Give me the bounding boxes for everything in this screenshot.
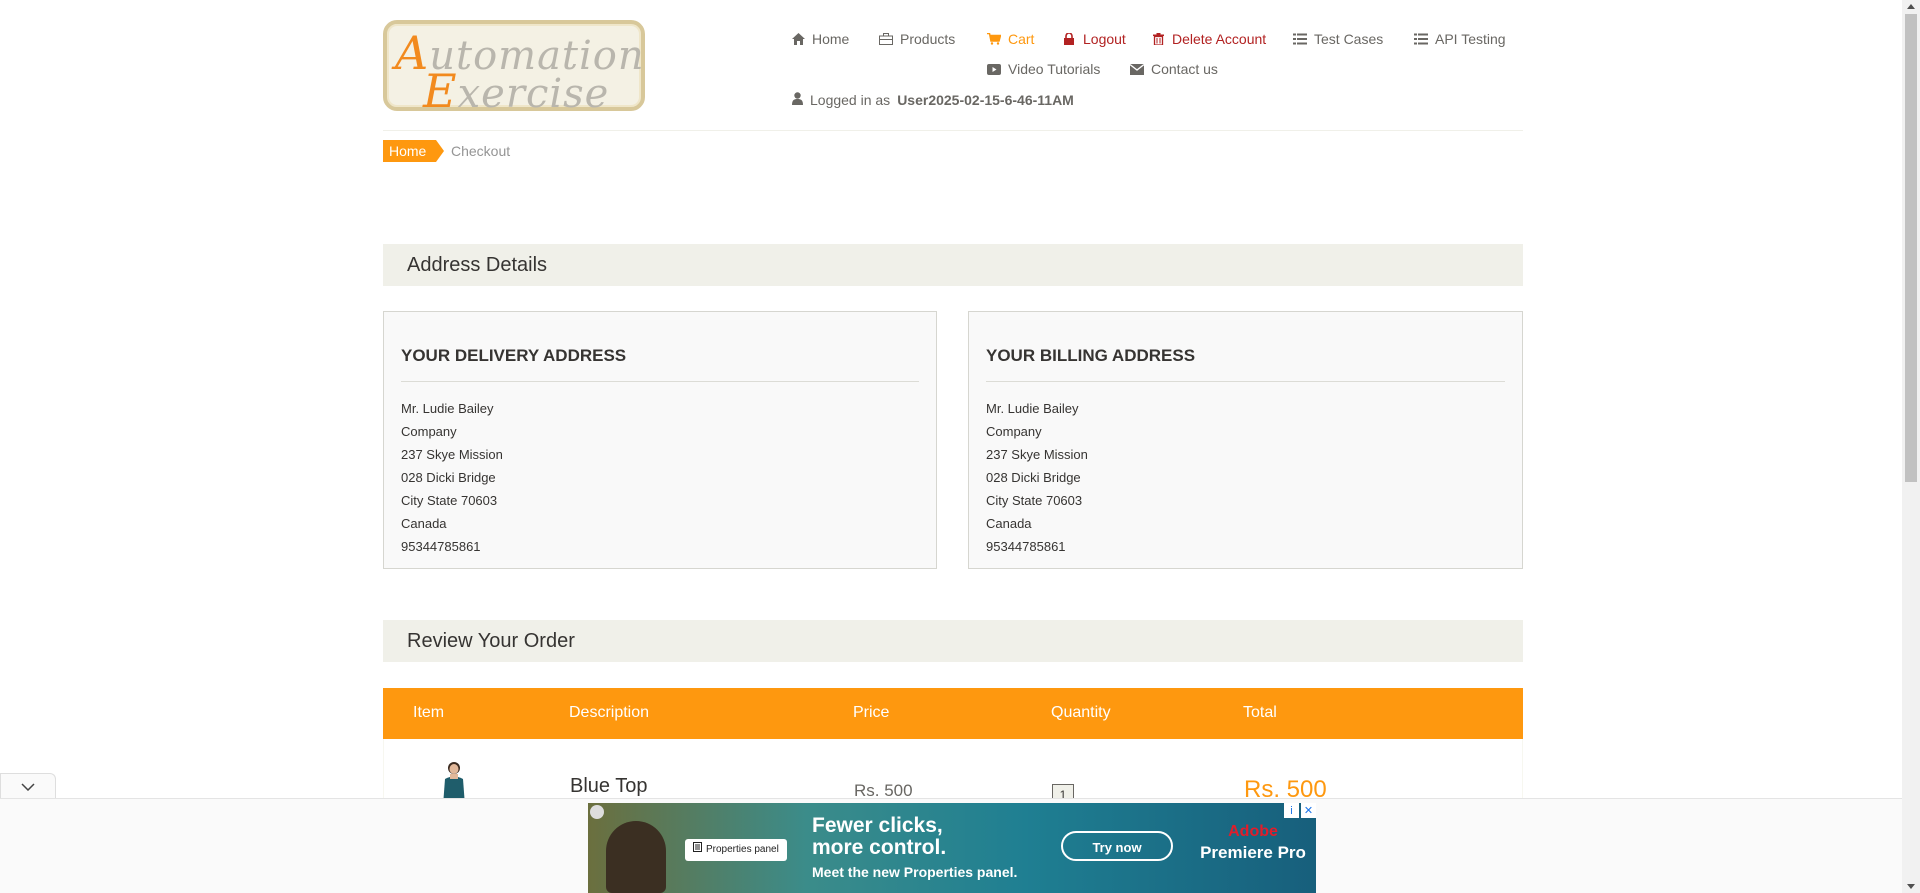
nav-contact-us[interactable]: Contact us: [1130, 61, 1218, 77]
delivery-address-lines: Mr. Ludie Bailey Company 237 Skye Missio…: [401, 397, 503, 558]
breadcrumb-home[interactable]: Home: [383, 140, 445, 162]
nav-video-tutorials[interactable]: Video Tutorials: [987, 61, 1100, 77]
ad-brand-product: Premiere Pro: [1200, 843, 1306, 862]
billing-address-lines: Mr. Ludie Bailey Company 237 Skye Missio…: [986, 397, 1088, 558]
col-description: Description: [569, 704, 650, 721]
logged-in-username: User2025-02-15-6-46-11AM: [897, 92, 1074, 108]
billing-address-2: 028 Dicki Bridge: [986, 470, 1081, 485]
nav-test-cases[interactable]: Test Cases: [1293, 31, 1383, 47]
billing-city-state-zip: City State 70603: [986, 493, 1083, 508]
home-icon: [791, 32, 805, 46]
chevron-down-icon: [21, 778, 35, 796]
col-quantity: Quantity: [1051, 704, 1111, 721]
delivery-address-heading: YOUR DELIVERY ADDRESS: [401, 346, 919, 382]
header-divider: [383, 130, 1523, 131]
delivery-company: Company: [401, 424, 457, 439]
scroll-down-arrow-icon[interactable]: [1907, 884, 1915, 889]
billing-phone: 95344785861: [986, 539, 1066, 554]
nav-products-label: Products: [900, 31, 956, 47]
nav-contact-us-label: Contact us: [1151, 61, 1218, 77]
panel-icon: [693, 839, 702, 861]
nav-home-label: Home: [812, 31, 850, 47]
list-icon: [1293, 32, 1307, 46]
youtube-icon: [987, 62, 1001, 76]
logo-line-2: Exercise: [423, 64, 610, 118]
envelope-icon: [1130, 62, 1144, 76]
close-icon[interactable]: ✕: [1301, 803, 1316, 818]
cart-icon: [987, 32, 1001, 46]
briefcase-icon: [879, 32, 893, 46]
info-icon[interactable]: i: [1284, 803, 1299, 818]
billing-address-1: 237 Skye Mission: [986, 447, 1088, 462]
nav-logout-label: Logout: [1083, 31, 1126, 47]
ad-brand-adobe: Adobe: [1228, 823, 1278, 840]
nav-cart[interactable]: Cart: [987, 31, 1034, 47]
order-table-header: Item Description Price Quantity Total: [383, 688, 1523, 739]
delivery-phone: 95344785861: [401, 539, 481, 554]
billing-company: Company: [986, 424, 1042, 439]
ad-controls: i ✕: [1284, 803, 1316, 818]
logo-line-2-rest: xercise: [457, 71, 610, 117]
address-details-heading: Address Details: [383, 244, 1523, 286]
page: Automation Exercise Home Products Cart L…: [0, 0, 1902, 893]
list-icon: [1414, 32, 1428, 46]
nav-api-testing-label: API Testing: [1435, 31, 1506, 47]
advertisement-banner[interactable]: Properties panel Fewer clicks, more cont…: [588, 803, 1316, 893]
billing-name: Mr. Ludie Bailey: [986, 401, 1079, 416]
delivery-address-box: YOUR DELIVERY ADDRESS Mr. Ludie Bailey C…: [383, 311, 937, 569]
ad-properties-panel: Properties panel: [685, 839, 787, 861]
nav-delete-account-label: Delete Account: [1172, 31, 1267, 47]
ad-panel-label: Properties panel: [706, 844, 779, 855]
lock-icon: [1062, 32, 1076, 46]
billing-address-box: YOUR BILLING ADDRESS Mr. Ludie Bailey Co…: [968, 311, 1523, 569]
billing-address-heading: YOUR BILLING ADDRESS: [986, 346, 1505, 382]
ad-headline-1: Fewer clicks,: [812, 814, 943, 837]
col-total: Total: [1243, 704, 1277, 721]
nav-home[interactable]: Home: [791, 31, 849, 47]
adchoices-icon[interactable]: [590, 805, 604, 819]
ad-collapse-button[interactable]: [0, 773, 56, 799]
review-order-heading: Review Your Order: [383, 620, 1523, 662]
ad-headline-2: more control.: [812, 836, 947, 859]
col-item: Item: [413, 704, 445, 721]
delivery-address-2: 028 Dicki Bridge: [401, 470, 496, 485]
ad-headline: Fewer clicks, more control.: [812, 815, 946, 859]
site-logo[interactable]: Automation Exercise: [383, 20, 645, 118]
col-price: Price: [853, 704, 890, 721]
user-icon: [792, 92, 803, 108]
page-scrollbar[interactable]: [1902, 0, 1920, 893]
nav-products[interactable]: Products: [879, 31, 955, 47]
nav-video-tutorials-label: Video Tutorials: [1008, 61, 1101, 77]
delivery-country: Canada: [401, 516, 447, 531]
product-name[interactable]: Blue Top: [570, 775, 647, 798]
billing-country: Canada: [986, 516, 1032, 531]
logged-in-status: Logged in as User2025-02-15-6-46-11AM: [792, 92, 1074, 108]
nav-cart-label: Cart: [1008, 31, 1035, 47]
delivery-city-state-zip: City State 70603: [401, 493, 498, 508]
nav-test-cases-label: Test Cases: [1314, 31, 1384, 47]
scrollbar-thumb[interactable]: [1905, 14, 1917, 482]
delivery-name: Mr. Ludie Bailey: [401, 401, 494, 416]
nav-delete-account[interactable]: Delete Account: [1151, 31, 1266, 47]
nav-api-testing[interactable]: API Testing: [1414, 31, 1506, 47]
ad-subtext: Meet the new Properties panel.: [812, 864, 1018, 880]
delivery-address-1: 237 Skye Mission: [401, 447, 503, 462]
trash-icon: [1151, 32, 1165, 46]
ad-person-image: [606, 821, 666, 893]
ad-try-now-button[interactable]: Try now: [1061, 831, 1173, 861]
breadcrumb-current: Checkout: [451, 143, 511, 159]
scroll-up-arrow-icon[interactable]: [1907, 4, 1915, 9]
logged-in-prefix: Logged in as: [810, 92, 891, 108]
nav-logout[interactable]: Logout: [1062, 31, 1126, 47]
